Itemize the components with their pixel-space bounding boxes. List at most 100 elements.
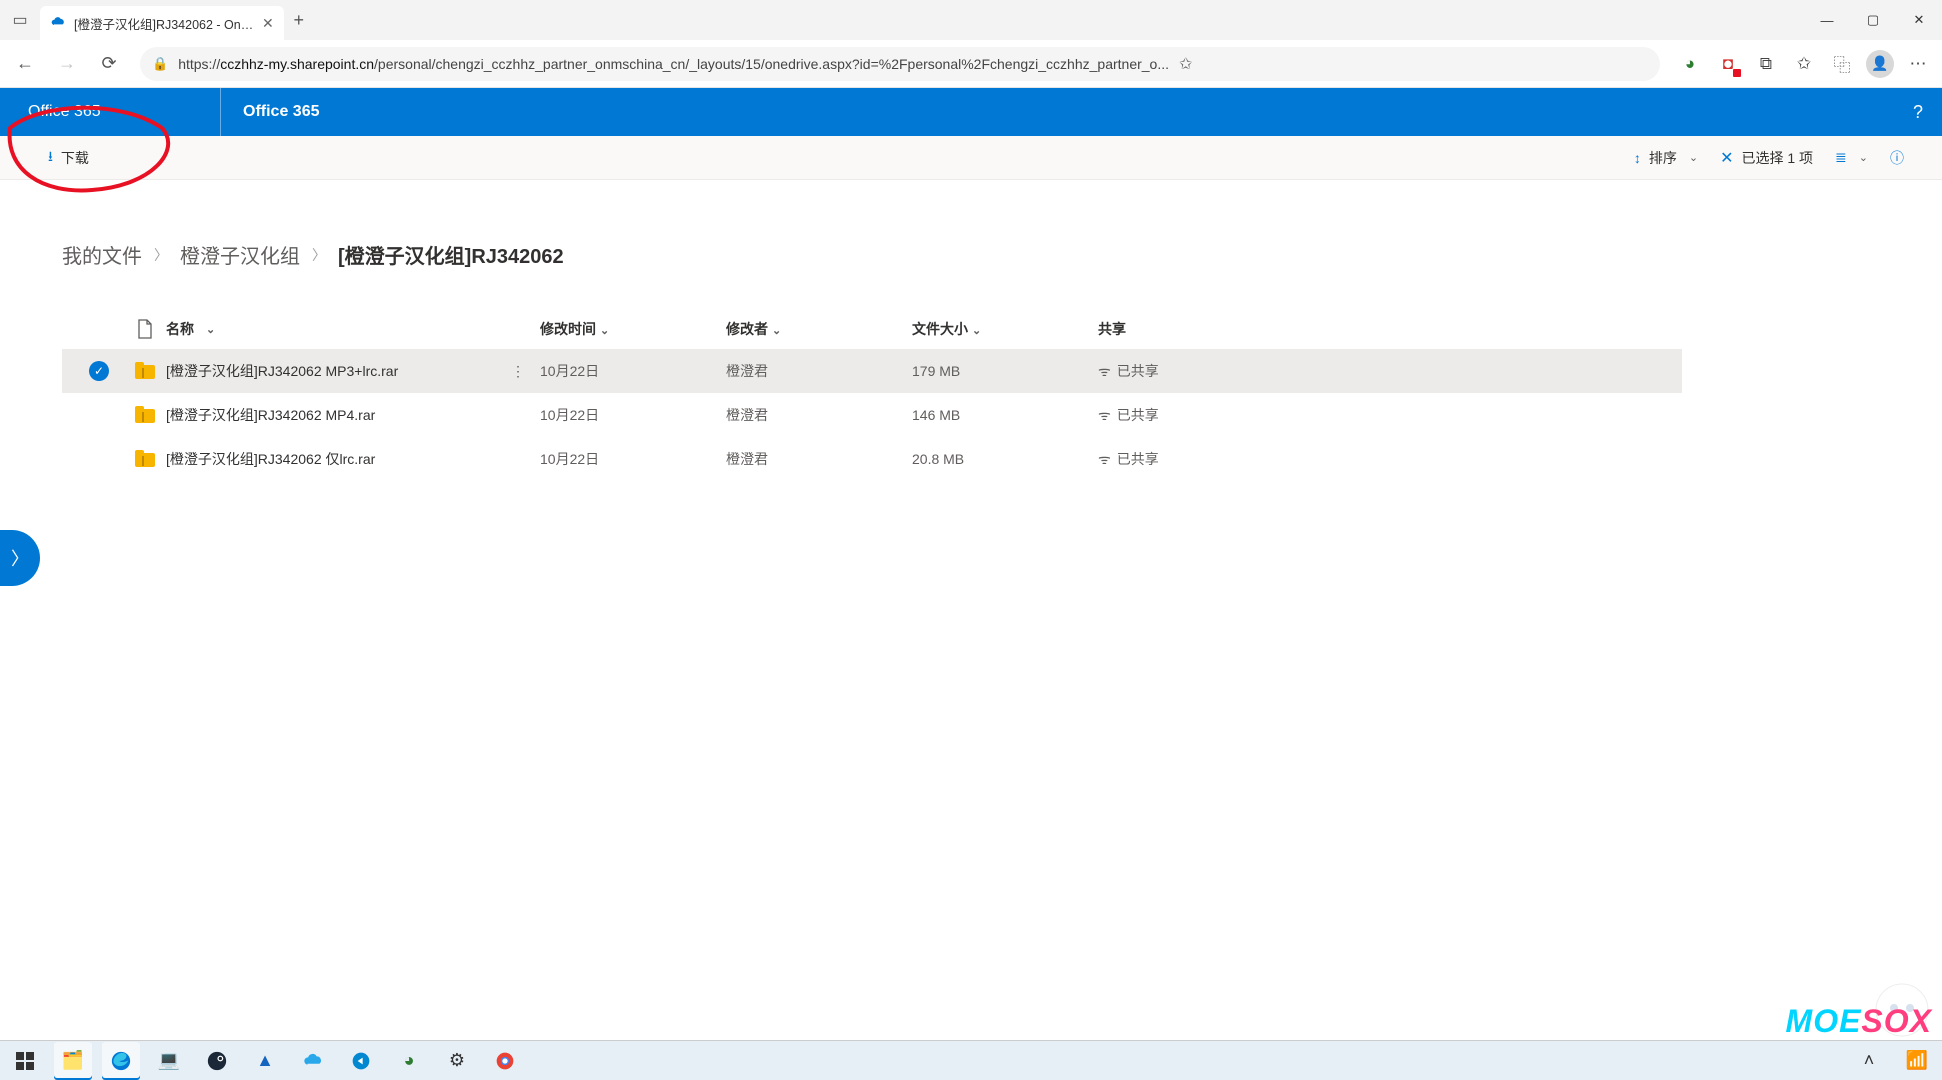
explorer-icon[interactable]: 🗂️ [54,1042,92,1080]
suite-left-label[interactable]: Office 365 [0,103,220,121]
file-row[interactable]: ✓[橙澄子汉化组]RJ342062 MP3+lrc.rar⋮10月22日橙澄君1… [62,349,1682,393]
breadcrumb-root[interactable]: 我的文件 [62,240,142,269]
chevron-down-icon: ⌄ [772,325,781,337]
file-size: 179 MB [912,363,1098,379]
idm-extension-icon[interactable]: ◕ [1672,46,1708,82]
side-panel-expand-button[interactable]: 〉 [0,530,40,586]
tabs-overview-icon[interactable]: ▭ [0,0,40,40]
header-modified[interactable]: 修改时间⌄ [540,319,726,339]
file-name[interactable]: [橙澄子汉化组]RJ342062 MP3+lrc.rar [166,361,398,381]
file-name[interactable]: [橙澄子汉化组]RJ342062 仅lrc.rar [166,449,375,469]
url-prefix: https:// [178,56,220,72]
file-share-status[interactable]: ᯤ已共享 [1098,405,1258,425]
document-icon [124,319,166,339]
adblock-extension-icon[interactable]: ◘ [1710,46,1746,82]
collections-icon[interactable]: ⿻ [1824,46,1860,82]
forward-button[interactable]: → [48,45,86,83]
chrome-icon[interactable] [486,1042,524,1080]
address-bar[interactable]: 🔒 https://cczhhz-my.sharepoint.cn/person… [140,47,1660,81]
file-size: 146 MB [912,407,1098,423]
laptop-icon[interactable]: 💻 [150,1042,188,1080]
extensions-area: ◕ ◘ ⧉ ✩ ⿻ 👤 ⋯ [1672,46,1936,82]
file-size: 20.8 MB [912,451,1098,467]
browser-tab[interactable]: [橙澄子汉化组]RJ342062 - OneD ✕ [40,6,284,40]
breadcrumb: 我的文件 〉 橙澄子汉化组 〉 [橙澄子汉化组]RJ342062 [62,240,1682,269]
download-button[interactable]: ⭳ 下载 [48,146,89,170]
sort-button[interactable]: ↕ 排序 ⌄ [1634,148,1698,168]
minimize-button[interactable]: — [1804,0,1850,40]
maximize-button[interactable]: ▢ [1850,0,1896,40]
breadcrumb-folder[interactable]: 橙澄子汉化组 [180,240,300,269]
chevron-down-icon: ⌄ [1859,151,1868,164]
chevron-down-icon: ⌄ [206,323,215,336]
file-share-status[interactable]: ᯤ已共享 [1098,361,1258,381]
new-tab-button[interactable]: + [284,10,314,31]
file-name[interactable]: [橙澄子汉化组]RJ342062 MP4.rar [166,405,375,425]
steam-icon[interactable] [198,1042,236,1080]
lock-icon: 🔒 [152,56,168,72]
more-actions-icon[interactable]: ⋮ [511,363,525,380]
breadcrumb-current: [橙澄子汉化组]RJ342062 [338,240,564,269]
favorite-icon[interactable]: ✩ [1179,54,1192,74]
chevron-down-icon: ⌄ [1689,151,1698,164]
zip-file-icon [124,406,166,424]
selection-label: 已选择 1 项 [1741,148,1813,168]
app-icon-2[interactable] [342,1042,380,1080]
file-share-status[interactable]: ᯤ已共享 [1098,449,1258,469]
download-icon: ⭳ [48,146,53,170]
refresh-button[interactable]: ⟳ [90,45,128,83]
file-row[interactable]: [橙澄子汉化组]RJ342062 MP4.rar 10月22日橙澄君146 MBᯤ… [62,393,1682,437]
content-area: 我的文件 〉 橙澄子汉化组 〉 [橙澄子汉化组]RJ342062 名称⌄ 修改时… [0,180,1942,481]
file-row[interactable]: [橙澄子汉化组]RJ342062 仅lrc.rar10月22日橙澄君20.8 M… [62,437,1682,481]
download-label: 下载 [61,148,89,168]
clear-selection-button[interactable]: ✕ 已选择 1 项 [1720,148,1813,168]
sort-icon: ↕ [1634,150,1641,166]
file-list-header: 名称⌄ 修改时间⌄ 修改者⌄ 文件大小⌄ 共享 [62,309,1682,349]
header-modifier[interactable]: 修改者⌄ [726,319,912,339]
taskbar: 🗂️ 💻 ▲ ◕ ⚙ ˄ 📶 [0,1040,1942,1080]
command-bar: ⭳ 下载 ↕ 排序 ⌄ ✕ 已选择 1 项 ≣ ⌄ ⓘ [0,136,1942,180]
sort-label: 排序 [1649,148,1677,168]
edge-icon[interactable] [102,1042,140,1080]
header-size[interactable]: 文件大小⌄ [912,319,1098,339]
window-controls: — ▢ ✕ [1804,0,1942,40]
view-list-icon: ≣ [1835,149,1847,166]
wifi-icon[interactable]: 📶 [1898,1042,1936,1080]
chevron-right-icon: 〉 [154,245,168,265]
info-icon: ⓘ [1890,148,1904,168]
app-icon-1[interactable]: ▲ [246,1042,284,1080]
close-window-button[interactable]: ✕ [1896,0,1942,40]
watermark-part1: MOE [1786,1003,1862,1039]
file-modified: 10月22日 [540,405,726,425]
share-icon: ᯤ [1098,406,1111,425]
onedrive-favicon [50,15,66,31]
header-name[interactable]: 名称⌄ [166,319,496,339]
header-share[interactable]: 共享 [1098,319,1258,339]
idm-taskbar-icon[interactable]: ◕ [390,1042,428,1080]
tab-title: [橙澄子汉化组]RJ342062 - OneD [74,14,254,33]
share-icon: ᯤ [1098,450,1111,469]
tray-expand-icon[interactable]: ˄ [1850,1042,1888,1080]
view-options-button[interactable]: ≣ ⌄ [1835,149,1868,166]
profile-avatar[interactable]: 👤 [1862,46,1898,82]
start-button[interactable] [6,1042,44,1080]
onedrive-taskbar-icon[interactable] [294,1042,332,1080]
watermark-text: MOESOX [1786,1003,1932,1040]
checkmark-icon[interactable]: ✓ [89,361,109,381]
file-modifier: 橙澄君 [726,449,912,469]
extensions-icon[interactable]: ⧉ [1748,46,1784,82]
command-right: ↕ 排序 ⌄ ✕ 已选择 1 项 ≣ ⌄ ⓘ [1634,148,1904,168]
url-host: cczhhz-my.sharepoint.cn [220,56,374,72]
back-button[interactable]: ← [6,45,44,83]
favorites-icon[interactable]: ✩ [1786,46,1822,82]
app-icon-3[interactable]: ⚙ [438,1042,476,1080]
suite-title[interactable]: Office 365 [221,103,319,121]
more-menu-icon[interactable]: ⋯ [1900,46,1936,82]
info-button[interactable]: ⓘ [1890,148,1904,168]
help-button[interactable]: ? [1894,88,1942,136]
chevron-down-icon: ⌄ [972,325,981,337]
zip-file-icon [124,362,166,380]
file-modified: 10月22日 [540,361,726,381]
file-modifier: 橙澄君 [726,405,912,425]
tab-close-icon[interactable]: ✕ [262,15,274,32]
